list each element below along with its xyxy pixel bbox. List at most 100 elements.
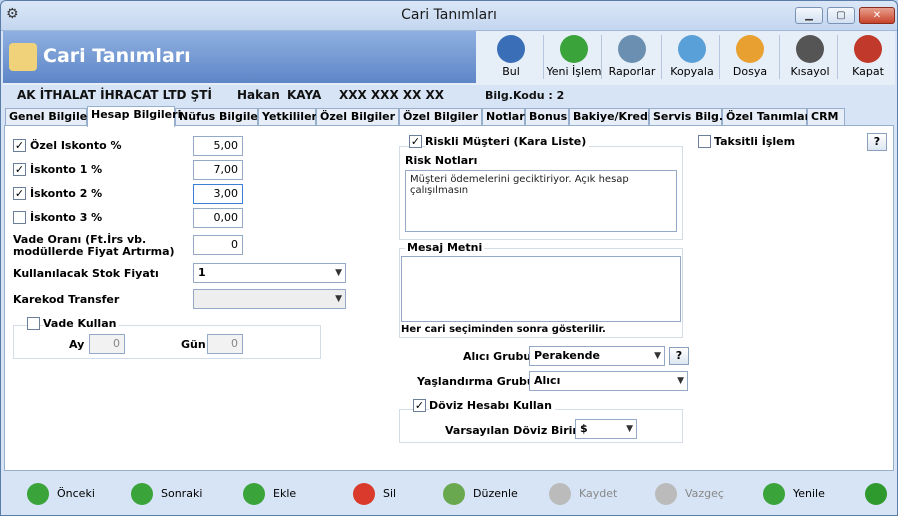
bottom-button-4[interactable]: Düzenle	[443, 479, 533, 509]
chevron-down-icon: ▼	[654, 351, 661, 361]
riskli-label: Riskli Müşteri (Kara Liste)	[425, 135, 590, 148]
risk-notlari-textarea[interactable]: Müşteri ödemelerini geciktiriyor. Açık h…	[405, 170, 677, 232]
iskonto1-input[interactable]: 7,00	[193, 160, 243, 180]
chevron-down-icon: ▼	[335, 268, 342, 278]
doviz-birim-value: $	[580, 422, 588, 435]
help-button[interactable]: ?	[867, 133, 887, 151]
bottom-button-label: Yenile	[793, 487, 825, 500]
header: Cari Tanımları Bul Yeni İşlem Raporlar Kopy…	[3, 31, 895, 85]
tab-6[interactable]: Notlar	[482, 108, 525, 126]
karekod-select[interactable]: ▼	[193, 289, 346, 309]
folder-icon	[736, 35, 764, 63]
tab-9[interactable]: Servis Bilg.	[649, 108, 723, 126]
alici-grubu-help-button[interactable]: ?	[669, 347, 689, 365]
bottom-button-1[interactable]: Sonraki	[131, 479, 221, 509]
gun-input[interactable]: 0	[207, 334, 243, 354]
toolbar-button-label: Dosya	[732, 65, 768, 78]
yaslandirma-value: Alıcı	[534, 374, 561, 387]
bottom-button-0[interactable]: Önceki	[27, 479, 117, 509]
search-person-icon	[497, 35, 525, 63]
alici-grubu-select[interactable]: Perakende ▼	[529, 346, 665, 366]
minimize-button[interactable]: ▁	[795, 7, 823, 24]
customer-card-icon	[9, 43, 37, 71]
bottom-button-3[interactable]: Sil	[353, 479, 443, 509]
prev-icon	[27, 483, 49, 505]
keyboard-icon	[796, 35, 824, 63]
hesap-bilgileri-panel: ✓ Özel Iskonto % 5,00 ✓ İskonto 1 % 7,00…	[4, 125, 894, 471]
header-banner: Cari Tanımları	[3, 31, 476, 83]
toolbar-button-1[interactable]: Yeni İşlem	[545, 31, 603, 83]
iskonto2-input[interactable]: 3,00	[193, 184, 243, 204]
iskonto1-checkbox[interactable]: ✓	[13, 163, 26, 176]
tab-1[interactable]: Hesap Bilgileri	[87, 106, 181, 127]
add-icon	[243, 483, 265, 505]
toolbar-button-label: Kopyala	[670, 65, 714, 78]
tab-strip: Genel Bilgiler Hesap Bilgileri Nüfus Bilgi…	[5, 106, 895, 127]
title-bar: ⚙ Cari Tanımları ▁ ▢ ✕	[1, 1, 897, 31]
next-icon	[131, 483, 153, 505]
alici-grubu-label: Alıcı Grubu	[463, 350, 532, 363]
toolbar-button-4[interactable]: Dosya	[721, 31, 779, 83]
chevron-down-icon: ▼	[677, 376, 684, 386]
close-button[interactable]: ✕	[859, 7, 895, 24]
add-icon	[560, 35, 588, 63]
taksitli-checkbox[interactable]	[698, 135, 711, 148]
tab-11[interactable]: CRM	[807, 108, 845, 126]
mesaj-textarea[interactable]	[401, 256, 681, 322]
tab-2[interactable]: Nüfus Bilgileri	[175, 108, 267, 126]
up-arrow-icon	[865, 483, 887, 505]
toolbar-separator	[779, 35, 780, 79]
karekod-label: Karekod Transfer	[13, 293, 120, 306]
toolbar-button-0[interactable]: Bul	[480, 31, 542, 83]
bottom-button-label: Sil	[383, 487, 397, 500]
toolbar-separator	[601, 35, 602, 79]
tab-5[interactable]: Özel Bilgiler 2	[399, 108, 490, 126]
doviz-checkbox[interactable]: ✓	[413, 399, 426, 412]
contact-last-name: KAYA	[287, 88, 322, 102]
tab-3[interactable]: Yetkililer	[258, 108, 317, 126]
iskonto3-input[interactable]: 0,00	[193, 208, 243, 228]
mesaj-label: Mesaj Metni	[405, 241, 485, 254]
vade-orani-input[interactable]: 0	[193, 235, 243, 255]
ay-input[interactable]: 0	[89, 334, 125, 354]
tab-8[interactable]: Bakiye/Kredi	[569, 108, 652, 126]
doviz-label: Döviz Hesabı Kullan	[429, 399, 555, 412]
ozel-iskonto-input[interactable]: 5,00	[193, 136, 243, 156]
cancel-icon	[655, 483, 677, 505]
riskli-checkbox[interactable]: ✓	[409, 135, 422, 148]
vade-kullan-checkbox[interactable]	[27, 317, 40, 330]
ay-label: Ay	[69, 338, 85, 351]
tab-0[interactable]: Genel Bilgiler	[5, 108, 93, 126]
doviz-birim-select[interactable]: $ ▼	[575, 419, 637, 439]
toolbar-button-3[interactable]: Kopyala	[663, 31, 721, 83]
bottom-button-7[interactable]: Yenile	[763, 479, 853, 509]
toolbar-button-6[interactable]: Kapat	[839, 31, 897, 83]
toolbar-button-5[interactable]: Kısayol	[781, 31, 839, 83]
chevron-down-icon: ▼	[335, 294, 342, 304]
toolbar-separator	[837, 35, 838, 79]
bottom-button-6: Vazgeç	[655, 479, 745, 509]
alici-grubu-value: Perakende	[534, 349, 601, 362]
yaslandirma-select[interactable]: Alıcı ▼	[529, 371, 688, 391]
toolbar-button-label: Bul	[502, 65, 520, 78]
stok-fiyati-select[interactable]: 1 ▼	[193, 263, 346, 283]
company-name: AK İTHALAT İHRACAT LTD ŞTİ	[17, 88, 212, 102]
bottom-button-label: Vazgeç	[685, 487, 724, 500]
toolbar-button-2[interactable]: Raporlar	[603, 31, 661, 83]
bottom-button-label: Kaydet	[579, 487, 618, 500]
bottom-button-2[interactable]: Ekle	[243, 479, 333, 509]
iskonto2-checkbox[interactable]: ✓	[13, 187, 26, 200]
company-bar: AK İTHALAT İHRACAT LTD ŞTİ Hakan KAYA XX…	[3, 86, 895, 104]
bottom-button-8[interactable]	[865, 479, 898, 509]
contact-first-name: Hakan	[237, 88, 280, 102]
tab-4[interactable]: Özel Bilgiler 1	[316, 108, 407, 126]
ozel-iskonto-checkbox[interactable]: ✓	[13, 139, 26, 152]
maximize-button[interactable]: ▢	[827, 7, 855, 24]
tab-10[interactable]: Özel Tanımlar	[722, 108, 810, 126]
risk-notlari-label: Risk Notları	[405, 154, 478, 167]
tab-7[interactable]: Bonus	[525, 108, 569, 126]
close-door-icon	[854, 35, 882, 63]
stok-fiyati-value: 1	[198, 266, 206, 279]
toolbar-separator	[661, 35, 662, 79]
iskonto3-checkbox[interactable]	[13, 211, 26, 224]
